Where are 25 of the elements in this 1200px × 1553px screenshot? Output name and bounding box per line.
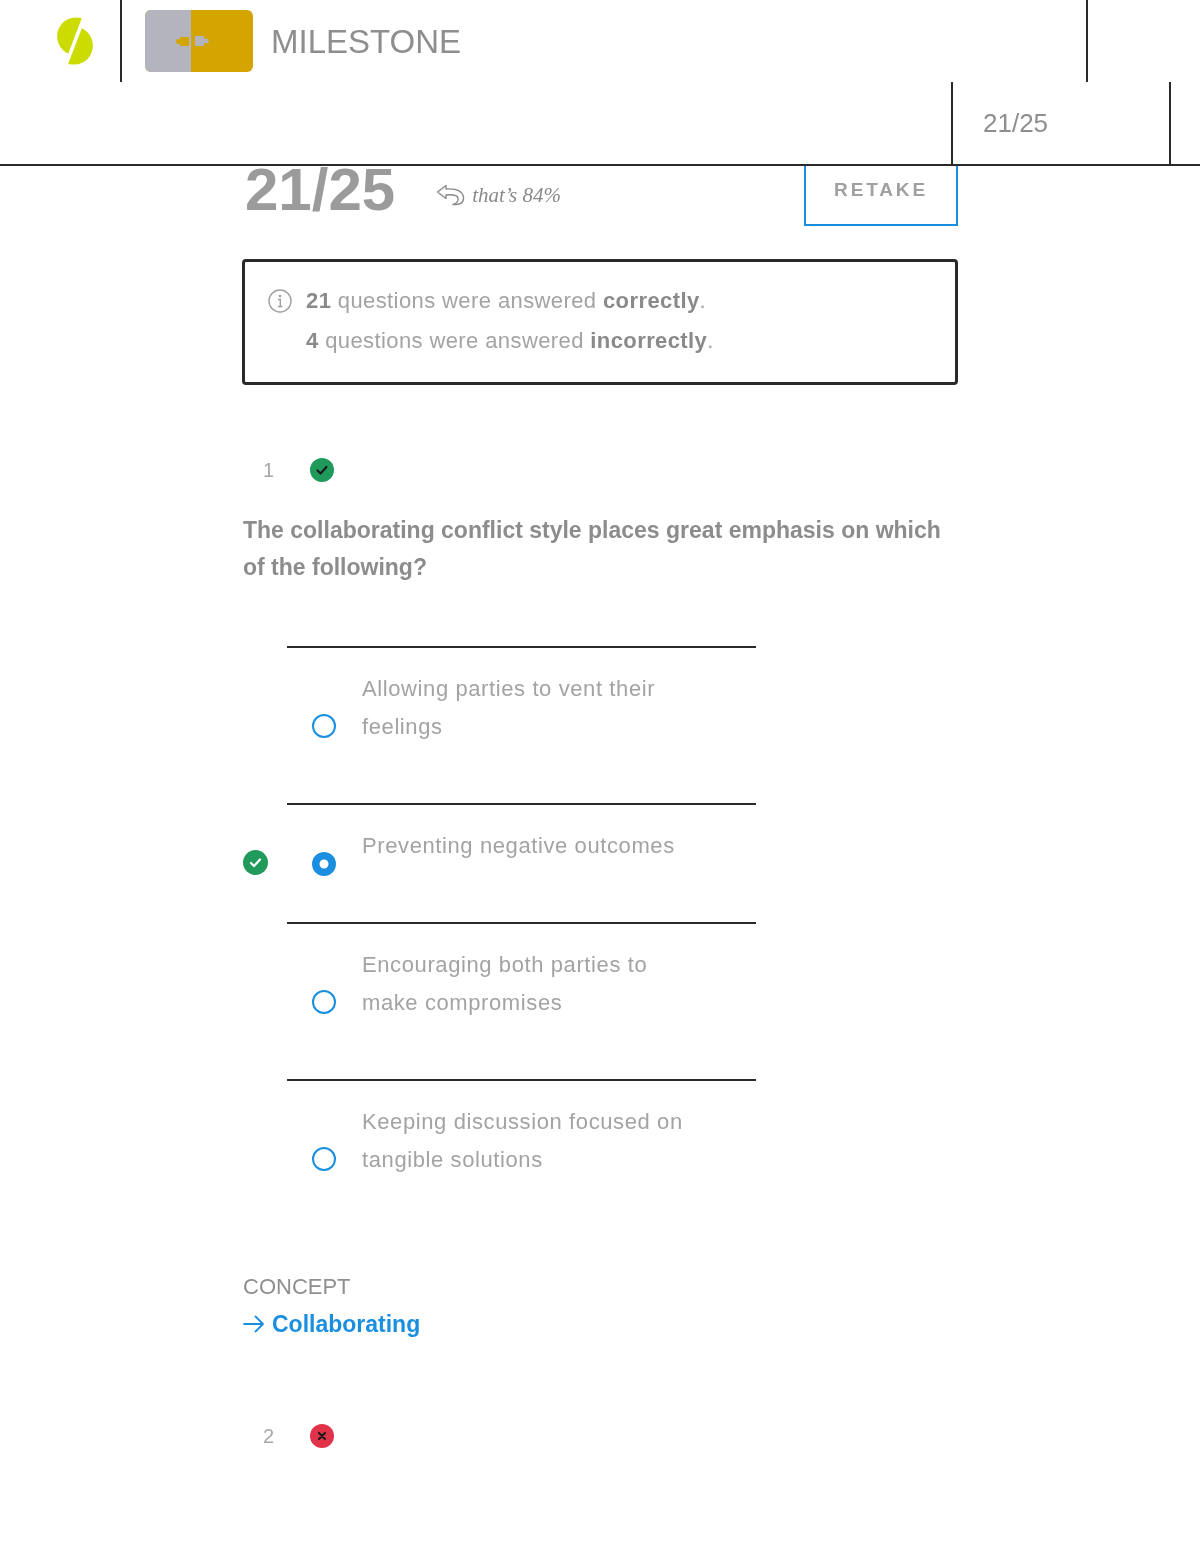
- info-icon: [268, 289, 292, 313]
- radio-button[interactable]: [312, 713, 336, 738]
- curved-arrow-icon: [436, 184, 467, 206]
- retake-button[interactable]: RETAKE: [804, 166, 958, 226]
- answer-option-text: Keeping discussion focused on tangible solutions: [362, 1108, 684, 1174]
- radio-button[interactable]: [312, 989, 336, 1014]
- question-text: The collaborating conflict style places great emphasis on which of the following?: [243, 516, 942, 582]
- concept-label: CONCEPT: [243, 1273, 351, 1301]
- summary-line: 21 questions were answered correctly.: [306, 287, 708, 315]
- answer-option-text: Allowing parties to vent their feelings: [362, 675, 657, 741]
- question-number: 2: [263, 1425, 275, 1447]
- answer-option-text: Preventing negative outcomes: [362, 832, 676, 860]
- score-percentage-note: that’s 84%: [472, 182, 562, 209]
- radio-button[interactable]: [312, 1146, 336, 1171]
- radio-button[interactable]: [312, 851, 336, 876]
- score-counter: 21/25: [983, 110, 1049, 136]
- puzzle-badge-icon: [145, 10, 253, 72]
- question-number: 1: [263, 459, 275, 481]
- arrow-right-icon: [243, 1315, 265, 1333]
- page-title: MILESTONE: [271, 24, 462, 58]
- summary-line: 4 questions were answered incorrectly.: [306, 327, 714, 355]
- score-value: 21/25: [245, 166, 396, 214]
- answer-option-text: Encouraging both parties to make compromises: [362, 951, 649, 1017]
- concept-link[interactable]: Collaborating: [243, 1309, 421, 1339]
- split-circle-logo-icon: [55, 14, 95, 68]
